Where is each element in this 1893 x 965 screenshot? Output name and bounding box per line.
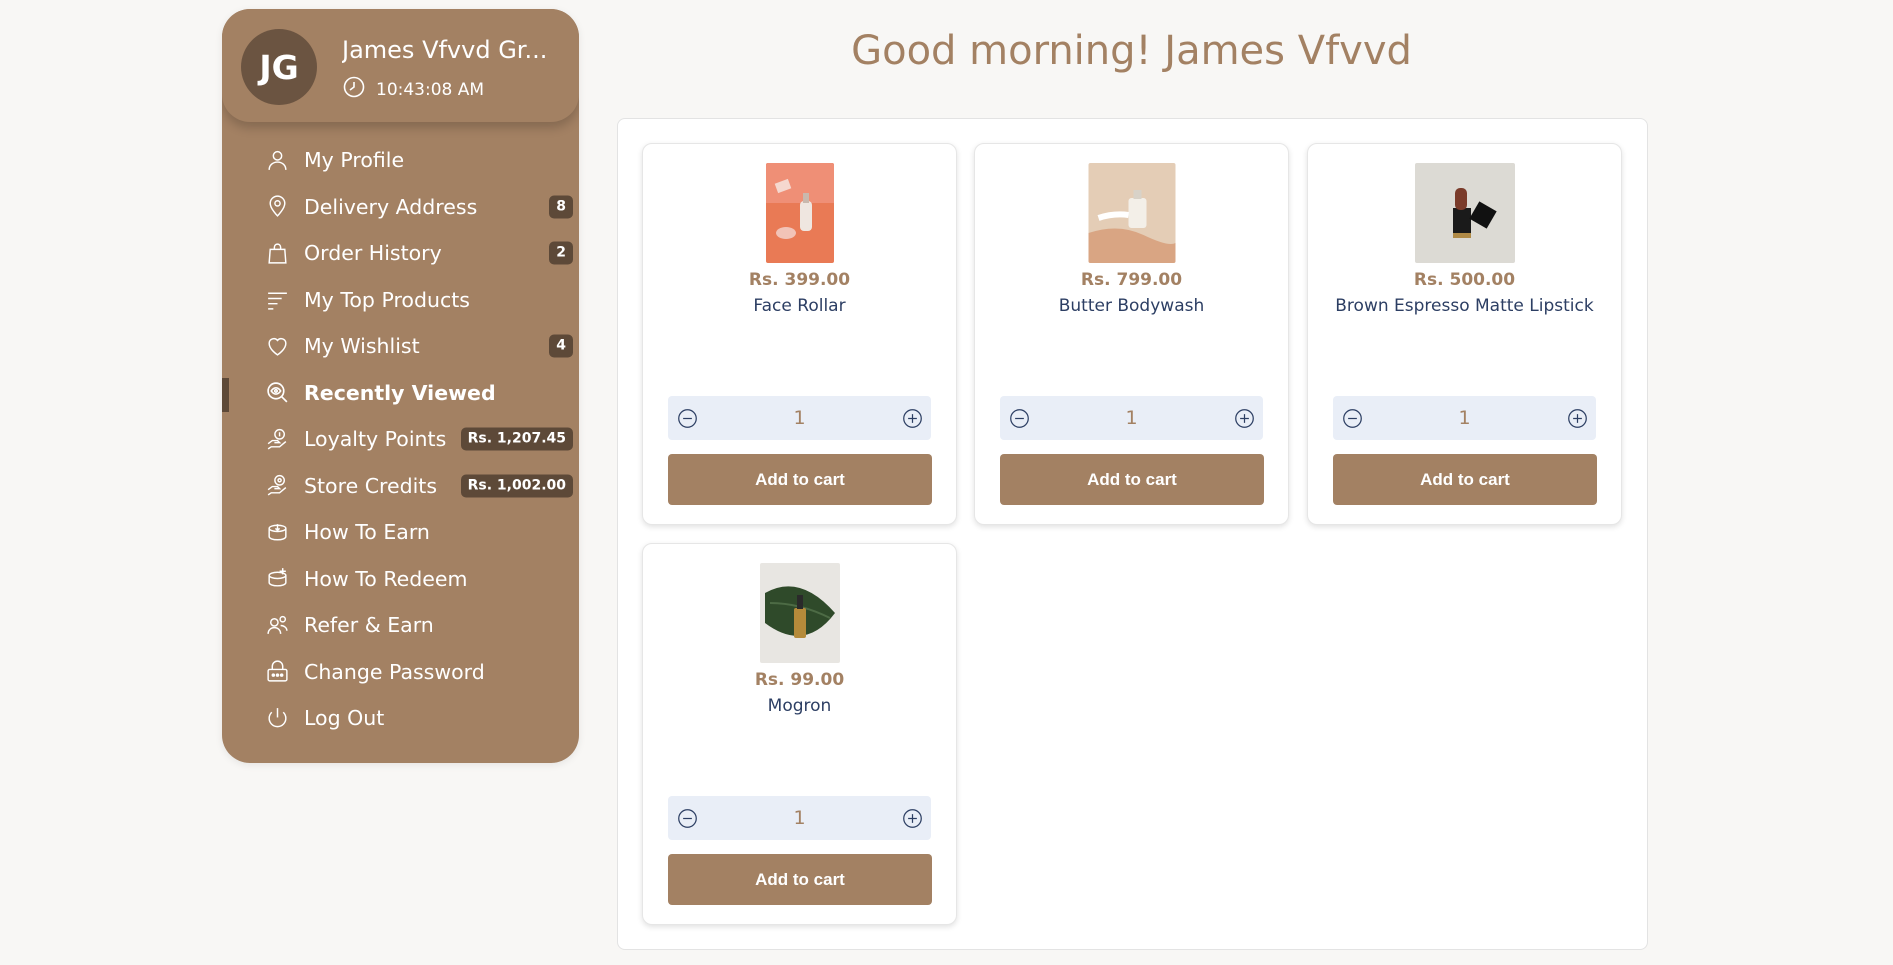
product-price: Rs. 399.00: [748, 270, 851, 290]
product-name[interactable]: Mogron: [643, 696, 956, 716]
quantity-value[interactable]: 1: [793, 807, 805, 829]
quantity-stepper: 1: [668, 396, 931, 440]
product-name[interactable]: Face Rollar: [643, 296, 956, 316]
sidebar-item-label: My Wishlist: [304, 334, 420, 359]
product-image-face-roller[interactable]: [765, 163, 834, 263]
product-name[interactable]: Brown Espresso Matte Lipstick: [1308, 296, 1621, 316]
sidebar-item-my-wishlist[interactable]: My Wishlist 4: [222, 323, 579, 370]
sidebar-item-label: How To Earn: [304, 520, 430, 545]
sidebar-item-my-top-products[interactable]: My Top Products: [222, 277, 579, 324]
clock-icon: [342, 75, 366, 104]
lock-icon: [264, 659, 290, 685]
power-icon: [264, 705, 290, 731]
product-price: Rs. 799.00: [1080, 270, 1183, 290]
sidebar-item-label: Recently Viewed: [304, 380, 496, 405]
count-badge: 8: [549, 195, 573, 219]
minus-icon[interactable]: [1008, 407, 1030, 429]
minus-icon[interactable]: [676, 407, 698, 429]
plus-icon[interactable]: [1566, 407, 1588, 429]
sidebar-item-log-out[interactable]: Log Out: [222, 695, 579, 742]
user-name: James Vfvvd Gr...: [342, 36, 548, 64]
product-image-lipstick[interactable]: [1414, 163, 1515, 263]
plus-icon[interactable]: [901, 807, 923, 829]
sidebar-item-how-to-earn[interactable]: How To Earn: [222, 509, 579, 556]
add-to-cart-button[interactable]: Add to cart: [1000, 454, 1264, 505]
plus-icon[interactable]: [901, 407, 923, 429]
clock-row: 10:43:08 AM: [342, 75, 484, 104]
product-card: Rs. 99.00 Mogron 1 Add to cart: [642, 543, 957, 925]
sidebar-item-change-password[interactable]: Change Password: [222, 649, 579, 696]
count-badge: 4: [549, 334, 573, 358]
sidebar-item-label: Change Password: [304, 659, 485, 684]
user-icon: [264, 147, 290, 173]
product-card: Rs. 500.00 Brown Espresso Matte Lipstick…: [1307, 143, 1622, 525]
add-to-cart-button[interactable]: Add to cart: [668, 454, 932, 505]
quantity-stepper: 1: [1333, 396, 1596, 440]
quantity-value[interactable]: 1: [1458, 407, 1470, 429]
redeem-coins-icon: [264, 566, 290, 592]
sidebar-item-label: Store Credits: [304, 473, 438, 498]
sidebar-item-label: Refer & Earn: [304, 613, 434, 638]
credit-hand-icon: [264, 473, 290, 499]
sidebar-item-my-profile[interactable]: My Profile: [222, 137, 579, 184]
product-name[interactable]: Butter Bodywash: [975, 296, 1288, 316]
sidebar-item-label: How To Redeem: [304, 566, 468, 591]
profile-card: JG James Vfvvd Gr... 10:43:08 AM: [222, 9, 579, 122]
current-time: 10:43:08 AM: [376, 79, 485, 100]
shopping-bag-icon: [264, 240, 290, 266]
product-price: Rs. 99.00: [754, 670, 845, 690]
add-to-cart-button[interactable]: Add to cart: [668, 854, 932, 905]
product-card: Rs. 799.00 Butter Bodywash 1 Add to cart: [974, 143, 1289, 525]
eye-search-icon: [264, 380, 290, 406]
location-pin-icon: [264, 194, 290, 220]
sidebar-item-label: Loyalty Points: [304, 427, 447, 452]
quantity-stepper: 1: [668, 796, 931, 840]
sidebar-item-label: My Profile: [304, 148, 405, 173]
product-image-butter-bodywash[interactable]: [1088, 163, 1175, 263]
earn-coins-icon: [264, 519, 290, 545]
refer-users-icon: [264, 612, 290, 638]
quantity-value[interactable]: 1: [793, 407, 805, 429]
minus-icon[interactable]: [676, 807, 698, 829]
quantity-value[interactable]: 1: [1125, 407, 1137, 429]
sidebar-item-how-to-redeem[interactable]: How To Redeem: [222, 556, 579, 603]
quantity-stepper: 1: [1000, 396, 1263, 440]
product-card: Rs. 399.00 Face Rollar 1 Add to cart: [642, 143, 957, 525]
sidebar-item-order-history[interactable]: Order History 2: [222, 230, 579, 277]
avatar: JG: [241, 29, 317, 105]
sidebar-item-label: Log Out: [304, 706, 385, 731]
add-to-cart-button[interactable]: Add to cart: [1333, 454, 1597, 505]
account-sidebar: JG James Vfvvd Gr... 10:43:08 AM My Prof…: [222, 9, 579, 763]
sidebar-item-loyalty-points[interactable]: Loyalty Points Rs. 1,207.45: [222, 416, 579, 463]
sidebar-item-refer-earn[interactable]: Refer & Earn: [222, 602, 579, 649]
page-greeting: Good morning! James Vfvvd: [851, 28, 1412, 74]
minus-icon[interactable]: [1341, 407, 1363, 429]
count-badge: 2: [549, 241, 573, 265]
sidebar-item-label: My Top Products: [304, 287, 470, 312]
sidebar-item-label: Order History: [304, 241, 442, 266]
sidebar-item-recently-viewed[interactable]: Recently Viewed: [222, 370, 579, 417]
sidebar-item-store-credits[interactable]: Store Credits Rs. 1,002.00: [222, 463, 579, 510]
recently-viewed-panel: Rs. 399.00 Face Rollar 1 Add to cart Rs.…: [617, 118, 1648, 950]
sidebar-menu: My Profile Delivery Address 8 Order Hist…: [222, 137, 579, 742]
store-credits-badge: Rs. 1,002.00: [460, 474, 573, 498]
sort-lines-icon: [264, 287, 290, 313]
sidebar-item-label: Delivery Address: [304, 194, 478, 219]
loyalty-points-badge: Rs. 1,207.45: [460, 427, 573, 451]
sidebar-item-delivery-address[interactable]: Delivery Address 8: [222, 184, 579, 231]
heart-icon: [264, 333, 290, 359]
coin-hand-icon: [264, 426, 290, 452]
product-image-mogron[interactable]: [759, 563, 840, 663]
product-price: Rs. 500.00: [1413, 270, 1516, 290]
plus-icon[interactable]: [1233, 407, 1255, 429]
